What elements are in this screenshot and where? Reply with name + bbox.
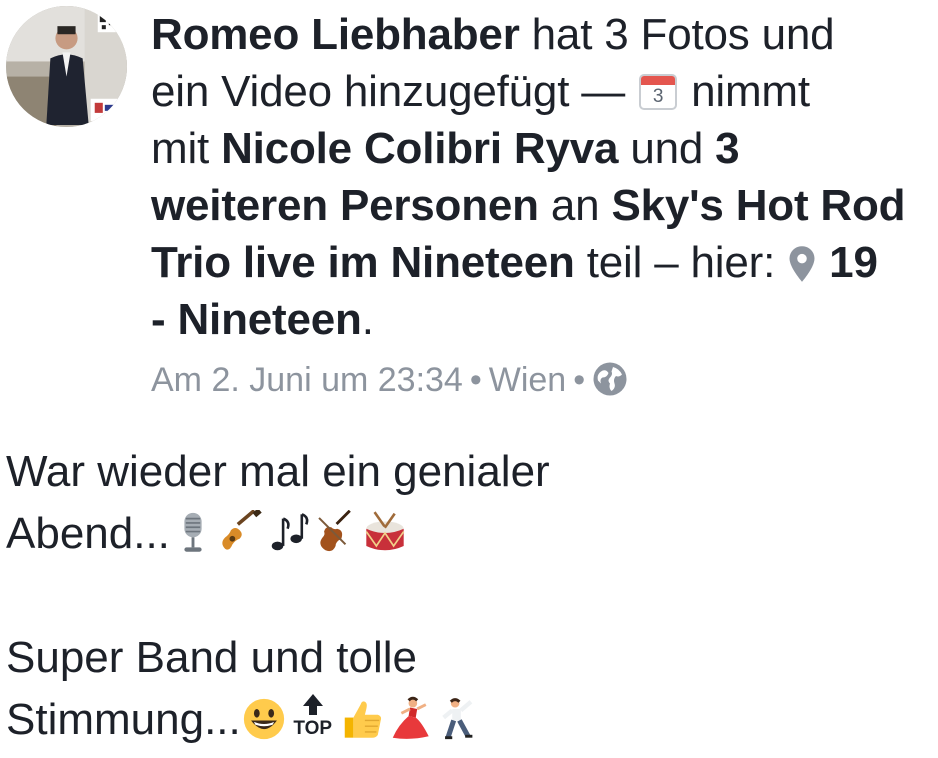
dancer-emoji: [392, 696, 429, 739]
man-dancing-emoji: [441, 698, 473, 740]
header-line-2: ein Video hinzugefügt — 3 nimmt: [151, 63, 938, 120]
here-text: teil – hier:: [574, 238, 788, 287]
meta-separator: •: [573, 361, 586, 399]
calendar-day: 3: [652, 86, 664, 107]
top-arrow-emoji: TOP: [289, 694, 337, 746]
location-link[interactable]: Wien: [489, 361, 566, 399]
avatar-photo: [6, 6, 127, 127]
calendar-icon: 3: [639, 74, 678, 110]
action-text: nimmt: [679, 67, 810, 116]
and-text: und: [618, 124, 716, 173]
post-text-line: Abend...: [6, 503, 936, 565]
tagged-person-link[interactable]: Nicole Colibri Ryva: [221, 124, 618, 173]
post-header: Romeo Liebhaber hat 3 Fotos und ein Vide…: [151, 6, 938, 348]
post-text: Abend...: [6, 509, 170, 558]
header-line-3: mit Nicole Colibri Ryva und 3: [151, 120, 938, 177]
post-text-line: Super Band und tolle: [6, 633, 417, 682]
with-text: mit: [151, 124, 222, 173]
header-line-4: weiteren Personen an Sky's Hot Rod: [151, 177, 938, 234]
location-pin-icon: [789, 246, 815, 282]
thumbs-up-emoji: [344, 701, 381, 738]
event-link-cont[interactable]: Trio live im Nineteen: [151, 238, 575, 287]
author-avatar[interactable]: [6, 6, 127, 127]
music-notes-emoji: [271, 513, 309, 551]
place-link-cont[interactable]: - Nineteen: [151, 295, 362, 344]
action-text: hat 3 Fotos und: [519, 10, 835, 59]
header-line-6: - Nineteen.: [151, 291, 938, 348]
at-text: an: [538, 181, 612, 230]
post-text: Stimmung...: [6, 695, 241, 744]
guitar-emoji: [222, 510, 262, 550]
post-meta: Am 2. Juni um 23:34 • Wien •: [151, 357, 628, 403]
top-label: TOP: [293, 718, 333, 739]
post-body: War wieder mal ein genialer Abend... Sup…: [6, 441, 936, 751]
place-link[interactable]: 19: [829, 238, 878, 287]
post-text-line: Stimmung... TOP: [6, 689, 936, 751]
action-text: ein Video hinzugefügt —: [151, 67, 638, 116]
meta-separator: •: [469, 361, 482, 399]
event-link[interactable]: Sky's Hot Rod: [611, 181, 905, 230]
header-line-1: Romeo Liebhaber hat 3 Fotos und: [151, 6, 938, 63]
drum-emoji: [365, 511, 405, 551]
globe-icon[interactable]: [592, 361, 628, 397]
header-line-5: Trio live im Nineteen teil – hier: 19: [151, 234, 938, 291]
author-name[interactable]: Romeo Liebhaber: [151, 10, 520, 59]
microphone-emoji: [184, 512, 202, 552]
post-text-line: War wieder mal ein genialer: [6, 447, 550, 496]
grinning-face-emoji: [243, 698, 284, 740]
violin-emoji: [318, 510, 351, 552]
others-link[interactable]: weiteren Personen: [151, 181, 539, 230]
period: .: [361, 295, 374, 344]
timestamp-link[interactable]: Am 2. Juni um 23:34: [151, 361, 463, 399]
others-count-link[interactable]: 3: [715, 124, 739, 173]
